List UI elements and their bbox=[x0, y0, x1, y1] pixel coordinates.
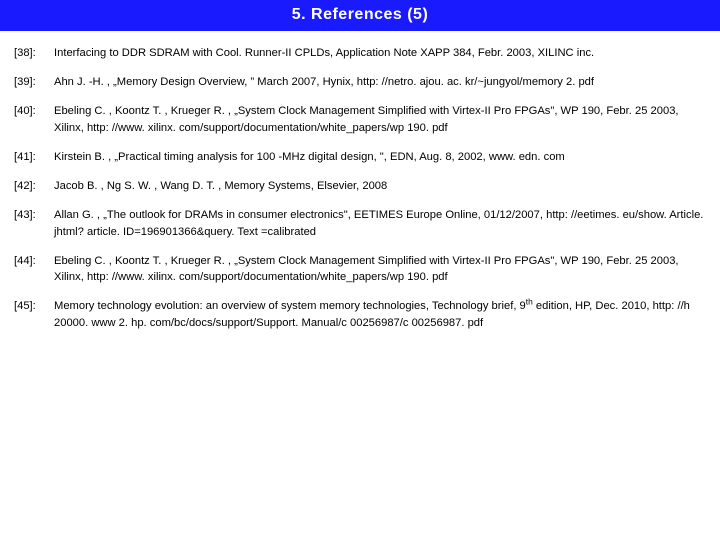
reference-item: [44]: Ebeling C. , Koontz T. , Krueger R… bbox=[14, 253, 706, 285]
reference-item: [42]: Jacob B. , Ng S. W. , Wang D. T. ,… bbox=[14, 178, 706, 194]
reference-text: Allan G. , „The outlook for DRAMs in con… bbox=[52, 207, 706, 239]
reference-number: [41]: bbox=[14, 149, 52, 165]
references-list: [38]: Interfacing to DDR SDRAM with Cool… bbox=[0, 31, 720, 331]
reference-number: [40]: bbox=[14, 103, 52, 119]
reference-item: [45]: Memory technology evolution: an ov… bbox=[14, 298, 706, 330]
reference-number: [38]: bbox=[14, 45, 52, 61]
reference-number: [42]: bbox=[14, 178, 52, 194]
slide-title-bar: 5. References (5) bbox=[0, 0, 720, 31]
reference-item: [43]: Allan G. , „The outlook for DRAMs … bbox=[14, 207, 706, 239]
reference-number: [45]: bbox=[14, 298, 52, 314]
slide-title: 5. References (5) bbox=[292, 6, 429, 23]
reference-text: Memory technology evolution: an overview… bbox=[52, 298, 706, 330]
reference-item: [40]: Ebeling C. , Koontz T. , Krueger R… bbox=[14, 103, 706, 135]
reference-text: Ebeling C. , Koontz T. , Krueger R. , „S… bbox=[52, 103, 706, 135]
reference-item: [38]: Interfacing to DDR SDRAM with Cool… bbox=[14, 45, 706, 61]
reference-item: [39]: Ahn J. -H. , „Memory Design Overvi… bbox=[14, 74, 706, 90]
reference-number: [44]: bbox=[14, 253, 52, 269]
reference-number: [43]: bbox=[14, 207, 52, 223]
reference-text: Jacob B. , Ng S. W. , Wang D. T. , Memor… bbox=[52, 178, 706, 194]
reference-text: Interfacing to DDR SDRAM with Cool. Runn… bbox=[52, 45, 706, 61]
reference-item: [41]: Kirstein B. , „Practical timing an… bbox=[14, 149, 706, 165]
reference-text: Ebeling C. , Koontz T. , Krueger R. , „S… bbox=[52, 253, 706, 285]
reference-number: [39]: bbox=[14, 74, 52, 90]
reference-text: Kirstein B. , „Practical timing analysis… bbox=[52, 149, 706, 165]
reference-text: Ahn J. -H. , „Memory Design Overview, ” … bbox=[52, 74, 706, 90]
